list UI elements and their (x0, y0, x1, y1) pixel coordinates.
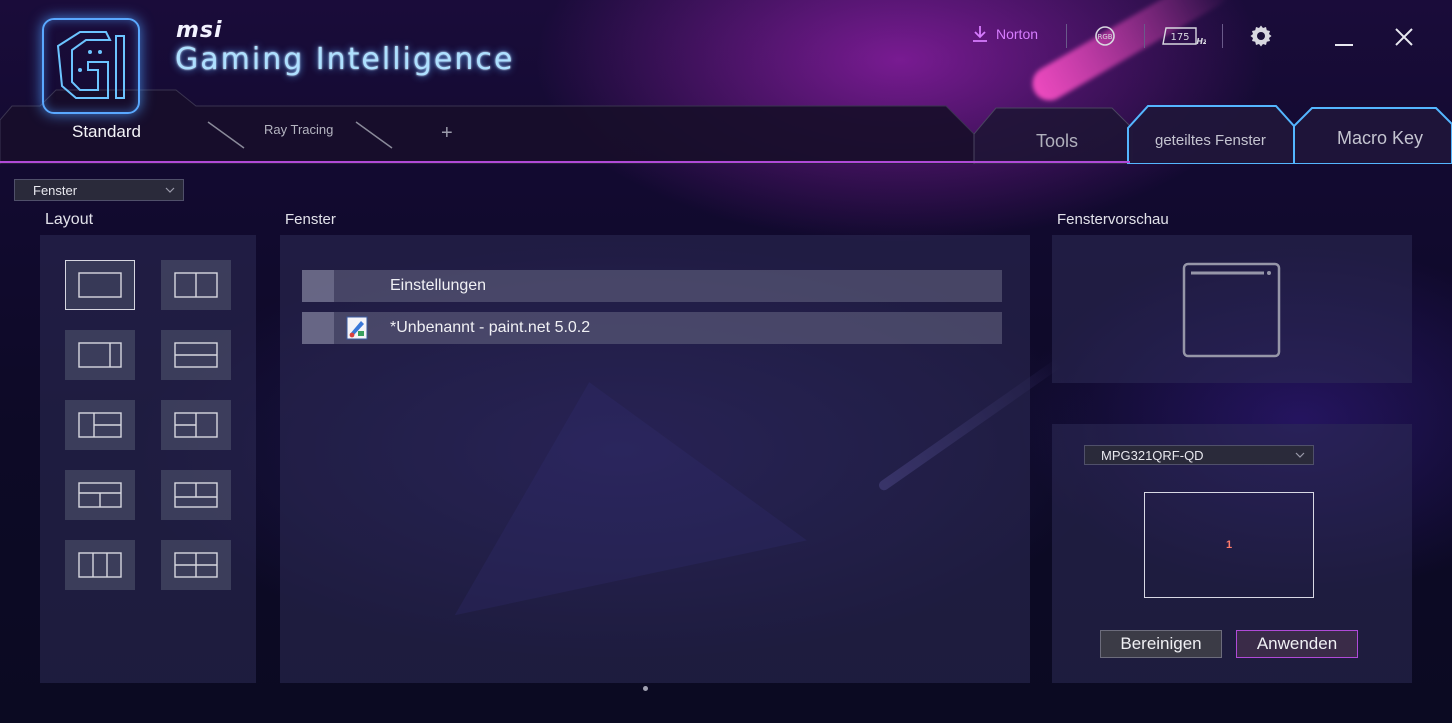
rgb-button[interactable]: RGB (1094, 25, 1116, 47)
refresh-rate-button[interactable]: 175 Hz (1162, 26, 1206, 48)
layout-top-plus-two-bottom-icon (78, 482, 122, 508)
mode-dropdown[interactable]: Fenster (14, 179, 184, 201)
tab-tools[interactable]: Tools (1036, 131, 1078, 152)
tab-bar (0, 89, 1452, 164)
layout-four-quadrants[interactable] (161, 540, 231, 590)
layout-two-columns-right-split-icon (174, 412, 218, 438)
gear-icon (1250, 25, 1272, 47)
app-logo (42, 18, 140, 114)
layout-single-icon (78, 272, 122, 298)
header-divider (1222, 24, 1223, 48)
layout-two-columns[interactable] (161, 260, 231, 310)
tab-standard[interactable]: Standard (72, 122, 141, 142)
window-title: Einstellungen (390, 277, 487, 294)
chevron-down-icon (165, 187, 175, 193)
tab-split-window[interactable]: geteiltes Fenster (1155, 132, 1266, 149)
preview-section-title: Fenstervorschau (1057, 211, 1169, 228)
layout-top-plus-two-bottom[interactable] (65, 470, 135, 520)
clear-button[interactable]: Bereinigen (1100, 630, 1222, 658)
chevron-down-icon (1295, 452, 1305, 458)
brand-product: Gaming Intelligence (175, 42, 515, 77)
norton-button[interactable]: Norton (970, 24, 1038, 44)
tab-macro-key[interactable]: Macro Key (1337, 128, 1423, 149)
page-indicator-dot[interactable] (643, 686, 648, 691)
download-icon (973, 26, 987, 42)
window-list-item[interactable]: *Unbenannt - paint.net 5.0.2 (302, 312, 1002, 344)
layout-two-columns-right-split[interactable] (161, 400, 231, 450)
layout-wide-left[interactable] (65, 330, 135, 380)
minimize-icon (1335, 44, 1353, 46)
svg-text:RGB: RGB (1097, 33, 1112, 41)
layout-two-top-plus-bottom-icon (174, 482, 218, 508)
windows-section-title: Fenster (285, 211, 336, 228)
window-preview-icon (1182, 262, 1281, 358)
apply-button[interactable]: Anwenden (1236, 630, 1358, 658)
close-icon (1395, 28, 1413, 46)
brand-vendor: msi (176, 18, 223, 43)
minimize-button[interactable] (1329, 22, 1359, 52)
mode-dropdown-value: Fenster (33, 182, 78, 198)
layout-wide-left-icon (78, 342, 122, 368)
paint-net-icon (346, 316, 368, 340)
layout-three-columns-icon (78, 552, 122, 578)
monitor-dropdown[interactable]: MPG321QRF-QD (1084, 445, 1314, 465)
norton-label: Norton (996, 26, 1039, 42)
layout-section-title: Layout (45, 211, 94, 228)
layout-four-quadrants-icon (174, 552, 218, 578)
header-divider (1144, 24, 1145, 48)
layout-left-plus-two-right-icon (78, 412, 122, 438)
monitor-hz-icon: 175 Hz (1162, 27, 1206, 46)
layout-single[interactable] (65, 260, 135, 310)
drag-handle[interactable] (302, 312, 334, 344)
layout-three-columns[interactable] (65, 540, 135, 590)
close-button[interactable] (1389, 22, 1419, 52)
svg-text:Hz: Hz (1196, 37, 1206, 46)
add-tab-button[interactable]: + (441, 122, 453, 145)
layout-two-rows-icon (174, 342, 218, 368)
zone-number: 1 (1225, 539, 1233, 551)
header-divider (1066, 24, 1067, 48)
window-title: *Unbenannt - paint.net 5.0.2 (390, 319, 591, 336)
monitor-zone-map[interactable]: 1 (1144, 492, 1314, 598)
rgb-icon: RGB (1095, 26, 1115, 46)
monitor-dropdown-value: MPG321QRF-QD (1101, 447, 1204, 463)
window-list-item[interactable]: Einstellungen (302, 270, 1002, 302)
svg-text:175: 175 (1170, 32, 1189, 43)
layout-left-plus-two-right[interactable] (65, 400, 135, 450)
settings-button[interactable] (1249, 24, 1273, 48)
layout-two-columns-icon (174, 272, 218, 298)
layout-two-rows[interactable] (161, 330, 231, 380)
layout-two-top-plus-bottom[interactable] (161, 470, 231, 520)
tab-ray-tracing[interactable]: Ray Tracing (264, 122, 333, 137)
drag-handle[interactable] (302, 270, 334, 302)
windows-panel (280, 235, 1030, 683)
